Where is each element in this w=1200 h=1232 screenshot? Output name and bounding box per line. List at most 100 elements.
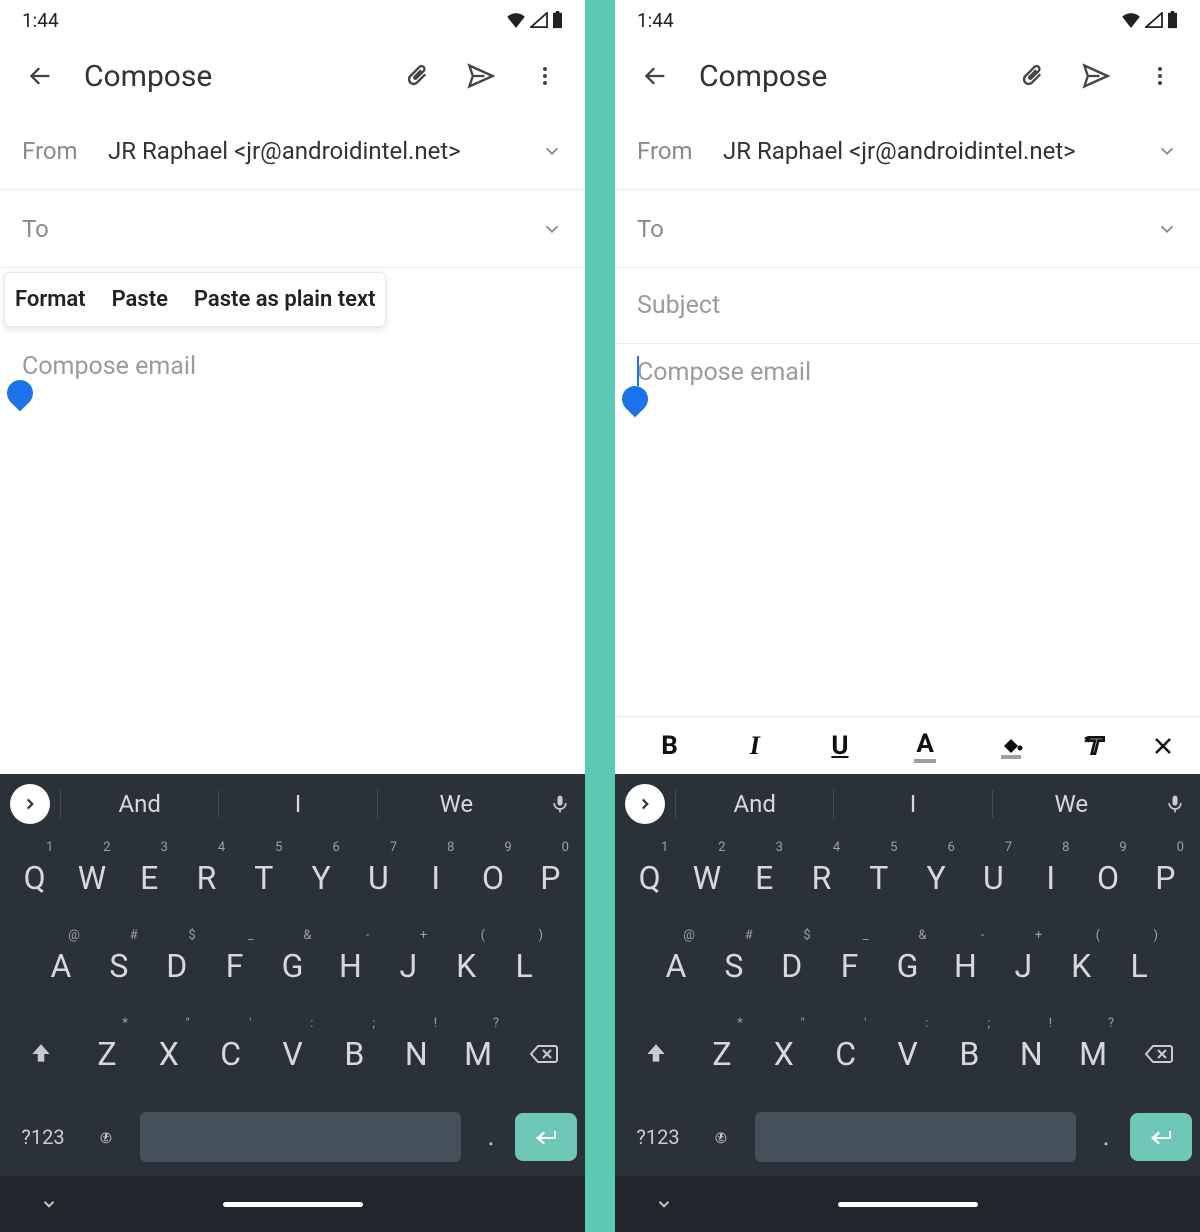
chevron-down-icon[interactable] (541, 218, 563, 240)
key-p[interactable]: P0 (1137, 834, 1194, 922)
backspace-key[interactable] (509, 1010, 579, 1098)
suggestion-2[interactable]: I (218, 790, 376, 818)
key-m[interactable]: M? (1062, 1010, 1124, 1098)
key-b[interactable]: B; (938, 1010, 1000, 1098)
key-z[interactable]: Z* (76, 1010, 138, 1098)
key-s[interactable]: S# (90, 922, 148, 1010)
key-g[interactable]: G& (264, 922, 322, 1010)
key-u[interactable]: U7 (965, 834, 1022, 922)
shift-key[interactable] (6, 1010, 76, 1098)
key-t[interactable]: T5 (235, 834, 292, 922)
menu-paste[interactable]: Paste (112, 287, 168, 312)
italic-button[interactable]: I (712, 731, 797, 761)
chevron-down-icon[interactable] (1156, 140, 1178, 162)
to-field[interactable]: To (615, 190, 1200, 268)
key-m[interactable]: M? (447, 1010, 509, 1098)
underline-button[interactable]: U (797, 731, 882, 761)
back-button[interactable] (635, 56, 675, 96)
key-q[interactable]: Q1 (6, 834, 63, 922)
key-c[interactable]: C' (200, 1010, 262, 1098)
key-w[interactable]: W2 (63, 834, 120, 922)
suggestion-3[interactable]: We (377, 790, 535, 818)
key-g[interactable]: G& (879, 922, 937, 1010)
overflow-menu-button[interactable] (1140, 56, 1180, 96)
menu-paste-plain[interactable]: Paste as plain text (194, 287, 376, 312)
nav-home-pill[interactable] (838, 1202, 978, 1207)
key-c[interactable]: C' (815, 1010, 877, 1098)
mic-button[interactable] (535, 792, 585, 816)
suggestion-1[interactable]: And (675, 790, 833, 818)
nav-back-icon[interactable] (40, 1195, 58, 1213)
from-field[interactable]: From JR Raphael <jr@androidintel.net> (0, 112, 585, 190)
menu-format[interactable]: Format (15, 287, 86, 312)
overflow-menu-button[interactable] (525, 56, 565, 96)
symbols-key[interactable]: ?123 (623, 1125, 693, 1149)
emoji-key[interactable]: ☺, (78, 1127, 134, 1148)
chevron-down-icon[interactable] (541, 140, 563, 162)
key-d[interactable]: D$ (148, 922, 206, 1010)
key-a[interactable]: A@ (647, 922, 705, 1010)
key-v[interactable]: V: (262, 1010, 324, 1098)
to-field[interactable]: To (0, 190, 585, 268)
close-format-button[interactable] (1138, 734, 1188, 758)
key-f[interactable]: F_ (821, 922, 879, 1010)
subject-field[interactable]: Subject (615, 268, 1200, 344)
key-v[interactable]: V: (877, 1010, 939, 1098)
key-x[interactable]: X" (138, 1010, 200, 1098)
text-color-button[interactable]: A (883, 729, 968, 763)
nav-home-pill[interactable] (223, 1202, 363, 1207)
suggestion-2[interactable]: I (833, 790, 991, 818)
key-f[interactable]: F_ (206, 922, 264, 1010)
shift-key[interactable] (621, 1010, 691, 1098)
attach-button[interactable] (397, 56, 437, 96)
symbols-key[interactable]: ?123 (8, 1125, 78, 1149)
suggestion-3[interactable]: We (992, 790, 1150, 818)
key-u[interactable]: U7 (350, 834, 407, 922)
key-k[interactable]: K( (437, 922, 495, 1010)
key-h[interactable]: H- (936, 922, 994, 1010)
key-z[interactable]: Z* (691, 1010, 753, 1098)
key-t[interactable]: T5 (850, 834, 907, 922)
key-o[interactable]: O9 (464, 834, 521, 922)
emoji-key[interactable]: ☺, (693, 1127, 749, 1148)
expand-suggestions-button[interactable] (625, 784, 665, 824)
key-r[interactable]: R4 (178, 834, 235, 922)
enter-key[interactable] (515, 1113, 577, 1161)
key-h[interactable]: H- (321, 922, 379, 1010)
expand-suggestions-button[interactable] (10, 784, 50, 824)
key-a[interactable]: A@ (32, 922, 90, 1010)
suggestion-1[interactable]: And (60, 790, 218, 818)
space-key[interactable] (755, 1112, 1076, 1162)
key-j[interactable]: J+ (379, 922, 437, 1010)
key-e[interactable]: E3 (121, 834, 178, 922)
key-i[interactable]: I8 (1022, 834, 1079, 922)
fill-color-button[interactable] (968, 732, 1053, 760)
bold-button[interactable]: B (627, 731, 712, 761)
space-key[interactable] (140, 1112, 461, 1162)
compose-body[interactable]: Compose email (615, 344, 1200, 716)
enter-key[interactable] (1130, 1113, 1192, 1161)
key-d[interactable]: D$ (763, 922, 821, 1010)
send-button[interactable] (1076, 56, 1116, 96)
key-r[interactable]: R4 (793, 834, 850, 922)
period-key[interactable]: . (1082, 1122, 1130, 1152)
period-key[interactable]: . (467, 1122, 515, 1152)
send-button[interactable] (461, 56, 501, 96)
key-w[interactable]: W2 (678, 834, 735, 922)
clear-format-button[interactable] (1053, 733, 1138, 759)
key-e[interactable]: E3 (736, 834, 793, 922)
key-q[interactable]: Q1 (621, 834, 678, 922)
key-n[interactable]: N! (1000, 1010, 1062, 1098)
compose-body[interactable]: Format Paste Paste as plain text Compose… (0, 338, 585, 774)
back-button[interactable] (20, 56, 60, 96)
key-l[interactable]: L) (1110, 922, 1168, 1010)
key-s[interactable]: S# (705, 922, 763, 1010)
key-n[interactable]: N! (385, 1010, 447, 1098)
mic-button[interactable] (1150, 792, 1200, 816)
nav-back-icon[interactable] (655, 1195, 673, 1213)
key-b[interactable]: B; (323, 1010, 385, 1098)
key-y[interactable]: Y6 (907, 834, 964, 922)
key-p[interactable]: P0 (522, 834, 579, 922)
chevron-down-icon[interactable] (1156, 218, 1178, 240)
key-k[interactable]: K( (1052, 922, 1110, 1010)
